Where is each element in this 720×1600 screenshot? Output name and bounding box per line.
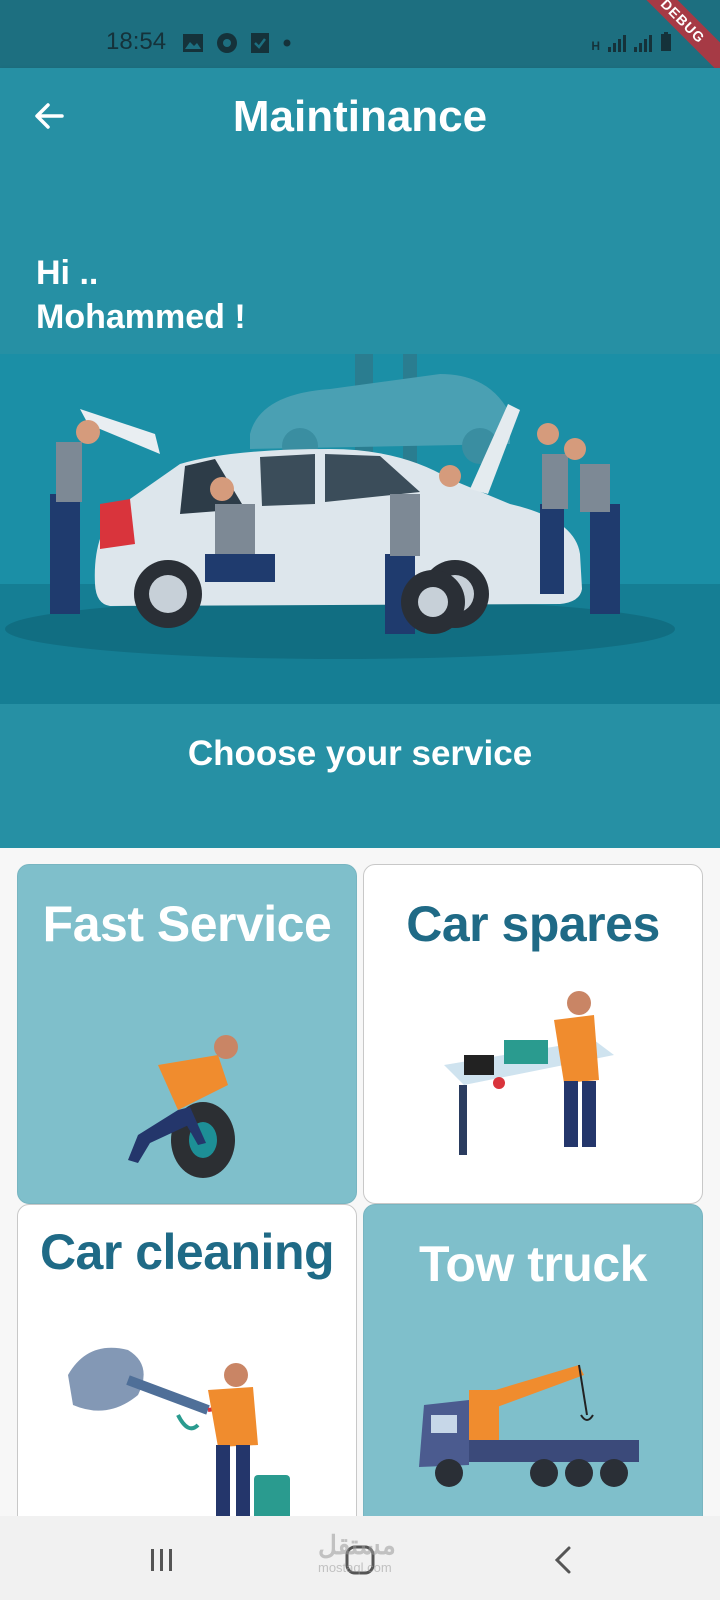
service-card-title: Fast Service xyxy=(42,896,332,952)
chrome-icon xyxy=(217,33,237,53)
greeting-section: Hi .. Mohammed ! xyxy=(0,166,720,354)
service-card-fast-service[interactable]: Fast Service xyxy=(17,864,357,1204)
back-nav-button[interactable] xyxy=(534,1538,594,1582)
hero-illustration xyxy=(0,354,720,704)
checkbox-icon xyxy=(251,33,269,53)
notification-icons xyxy=(182,32,292,54)
service-card-tow-truck[interactable]: Tow truck xyxy=(363,1204,703,1516)
greeting-name: Mohammed ! xyxy=(36,298,246,336)
greeting-hi: Hi .. xyxy=(36,254,99,292)
watermark-url: mostaql.com xyxy=(318,1560,392,1575)
services-grid: Fast Service Car spares Car cleaning Tow… xyxy=(0,848,720,1516)
mechanic-tire-illustration xyxy=(128,1035,238,1178)
service-card-title: Car spares xyxy=(406,896,660,952)
data-icon: H xyxy=(591,39,600,53)
cleaning-spray-illustration xyxy=(68,1347,290,1516)
recent-apps-icon xyxy=(151,1549,172,1571)
signal-icon-2 xyxy=(634,35,652,52)
status-time: 18:54 xyxy=(106,28,167,55)
service-card-title: Tow truck xyxy=(419,1236,647,1292)
service-card-car-cleaning[interactable]: Car cleaning xyxy=(17,1204,357,1516)
watermark-logo: مستقل xyxy=(318,1530,396,1560)
status-bar: 18:54 H DEBUG xyxy=(0,0,720,82)
signal-icon xyxy=(608,35,626,52)
system-icons: H xyxy=(591,32,672,52)
choose-service-section: Choose your service xyxy=(0,704,720,848)
service-card-title: Car cleaning xyxy=(39,1224,335,1280)
page-title: Maintinance xyxy=(232,92,488,141)
tow-truck-illustration xyxy=(419,1364,639,1487)
app-bar: Maintinance xyxy=(0,68,720,166)
system-nav-bar: مستقل mostaql.com xyxy=(0,1516,720,1600)
dot-icon xyxy=(283,39,291,47)
spares-workbench-illustration xyxy=(444,991,614,1155)
image-icon xyxy=(183,34,203,52)
choose-service-heading: Choose your service xyxy=(187,734,533,773)
service-card-car-spares[interactable]: Car spares xyxy=(363,864,703,1204)
chevron-left-icon xyxy=(554,1546,571,1574)
recent-apps-button[interactable] xyxy=(132,1538,192,1582)
battery-icon xyxy=(661,32,671,51)
